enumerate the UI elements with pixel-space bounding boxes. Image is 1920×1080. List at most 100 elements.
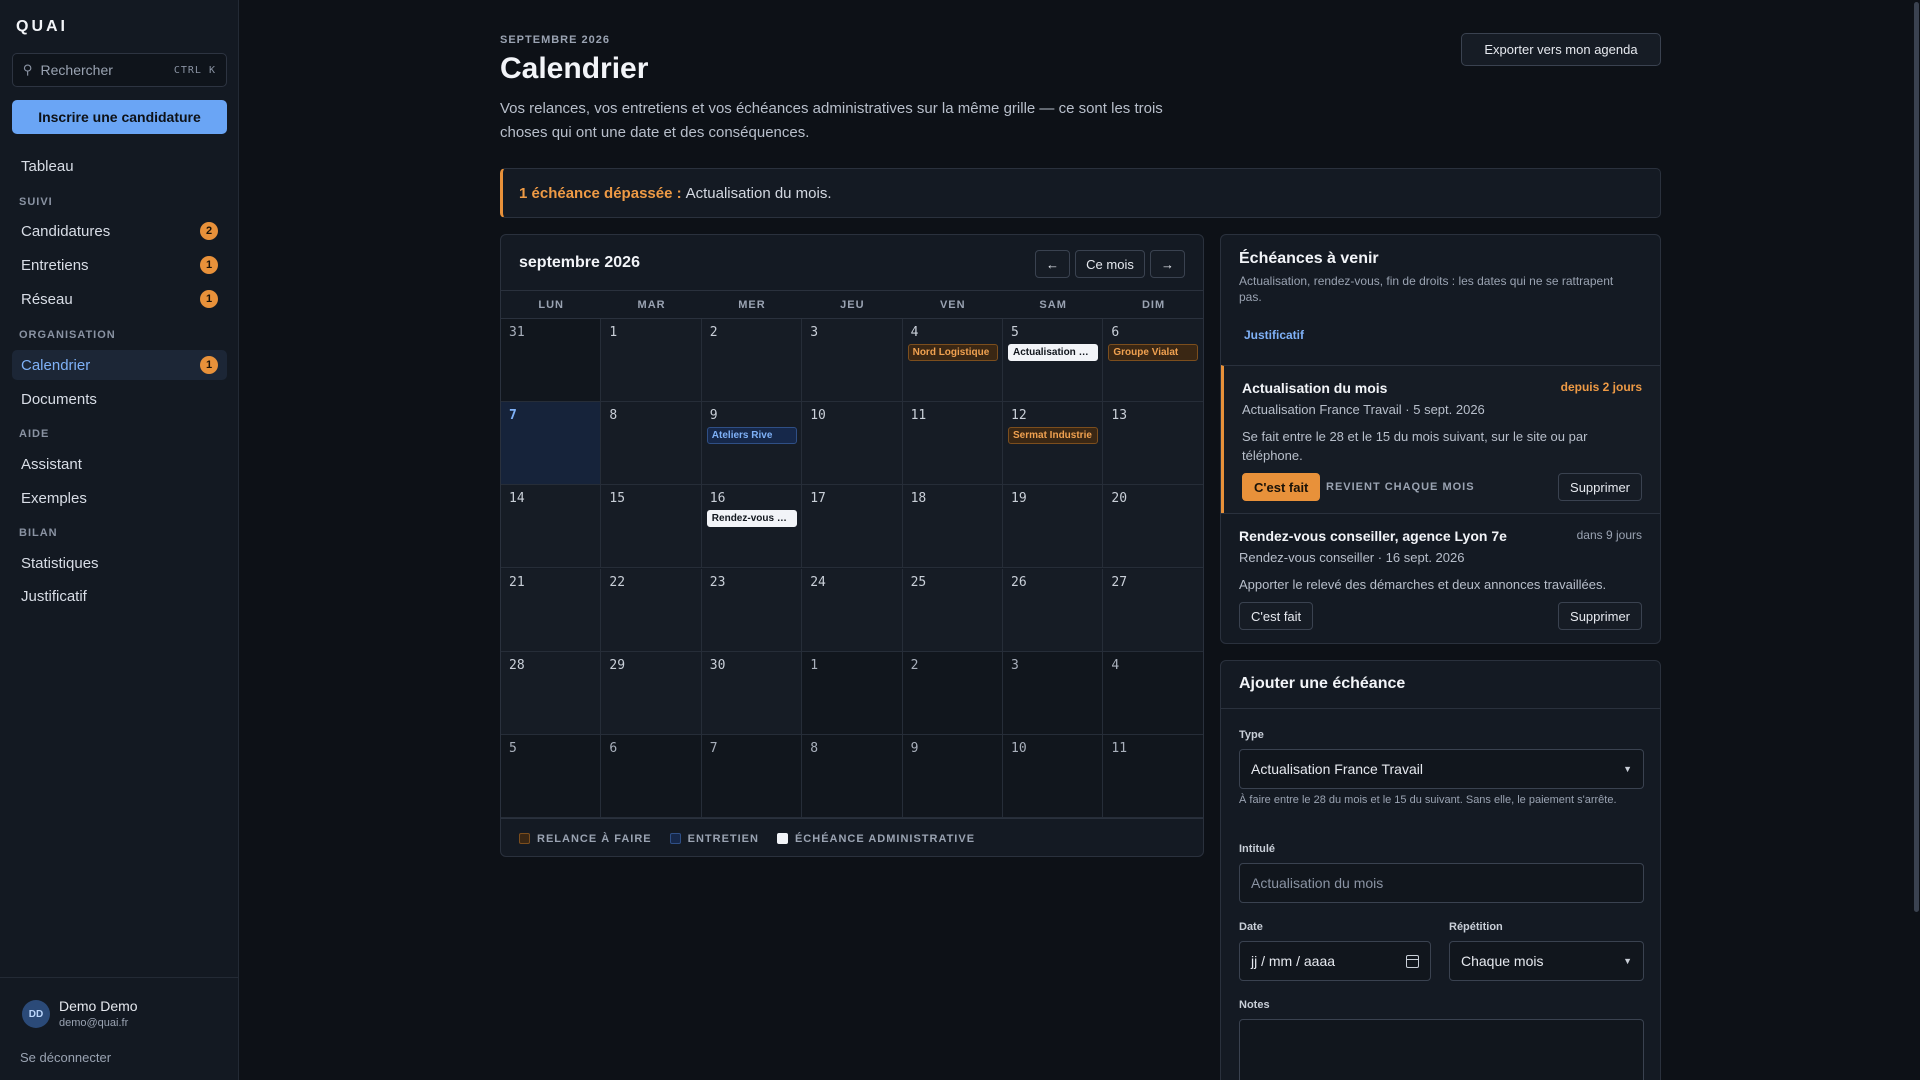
sidebar-item-justificatif[interactable]: Justificatif: [12, 581, 227, 611]
calendar-event-admin[interactable]: Rendez-vous conseiller: [706, 510, 797, 528]
calendar-event-relance[interactable]: Nord Logistique: [907, 344, 998, 361]
day-number: 4: [1111, 657, 1120, 673]
export-calendar-button[interactable]: Exporter vers mon agenda: [1461, 33, 1661, 66]
day-number: 11: [1111, 741, 1128, 756]
next-month-button[interactable]: →: [1150, 250, 1185, 278]
calendar-day[interactable]: 14: [501, 485, 602, 569]
calendar-day[interactable]: 21: [501, 568, 602, 652]
calendar-day[interactable]: 5 Actualisation du mois: [1003, 319, 1104, 402]
calendar-day[interactable]: 28: [501, 651, 602, 735]
sidebar-item-assistant[interactable]: Assistant: [12, 449, 227, 479]
calendar-event-relance[interactable]: Sermat Industrie: [1008, 427, 1098, 445]
delete-button[interactable]: Supprimer: [1558, 602, 1642, 630]
legend-label: RELANCE À FAIRE: [537, 832, 652, 845]
sidebar-item-reseau[interactable]: Réseau 1: [12, 284, 227, 314]
calendar-day[interactable]: 22: [601, 568, 702, 652]
chevron-down-icon: ▼: [1623, 956, 1632, 966]
day-number: 6: [1111, 325, 1120, 340]
search-input[interactable]: ⚲ Rechercher CTRL K: [12, 53, 227, 87]
mark-done-button[interactable]: C'est fait: [1239, 602, 1314, 630]
calendar-event-entretien[interactable]: Ateliers Rive: [706, 427, 797, 445]
calendar-day[interactable]: 6: [601, 735, 702, 818]
mark-done-button[interactable]: C'est fait: [1242, 473, 1321, 501]
calendar-day[interactable]: 23: [701, 568, 803, 652]
day-number: 5: [1011, 325, 1019, 340]
title-input[interactable]: Actualisation du mois: [1239, 863, 1644, 903]
alert-text: Actualisation du mois.: [685, 184, 832, 202]
calendar-event-admin[interactable]: Actualisation du mois: [1008, 344, 1098, 361]
add-deadline-form: Ajouter une échéance Type Actualisation …: [1220, 660, 1661, 1080]
user-email: demo@quai.fr: [59, 1017, 129, 1029]
calendar-day[interactable]: 16 Rendez-vous conseiller: [701, 485, 803, 569]
calendar-day[interactable]: 24: [802, 568, 903, 652]
prev-month-button[interactable]: ←: [1035, 250, 1070, 278]
calendar-day[interactable]: 8: [601, 402, 702, 486]
calendar-day[interactable]: 26: [1003, 568, 1104, 652]
page-description: Vos relances, vos entretiens et vos éché…: [500, 100, 1163, 141]
sidebar-item-statistiques[interactable]: Statistiques: [12, 548, 227, 578]
calendar-day[interactable]: 15: [601, 485, 702, 569]
calendar-day[interactable]: 9: [902, 735, 1003, 818]
calendar-day[interactable]: 8: [802, 735, 903, 818]
calendar-day[interactable]: 20: [1103, 485, 1203, 569]
upcoming-deadlines-panel: Échéances à venir Actualisation, rendez-…: [1220, 234, 1661, 644]
calendar-day[interactable]: 13: [1103, 402, 1203, 486]
sidebar-item-tableau[interactable]: Tableau: [12, 151, 227, 181]
calendar-day[interactable]: 2: [902, 651, 1003, 735]
calendar-day[interactable]: 4: [1103, 651, 1203, 735]
day-number: 29: [609, 657, 626, 673]
sidebar-item-candidatures[interactable]: Candidatures 2: [12, 216, 227, 246]
legend-swatch: [776, 833, 788, 844]
delete-button[interactable]: Supprimer: [1558, 473, 1642, 501]
calendar-day[interactable]: 18: [902, 485, 1003, 569]
type-label: Type: [1239, 729, 1264, 741]
repeat-label: Répétition: [1449, 921, 1503, 933]
sidebar-item-documents[interactable]: Documents: [12, 384, 227, 414]
day-number: 28: [509, 657, 525, 673]
calendar-day[interactable]: 10: [802, 402, 903, 486]
calendar-day[interactable]: 7: [701, 735, 803, 818]
current-month-button[interactable]: Ce mois: [1075, 250, 1145, 278]
page-title: Calendrier: [500, 52, 649, 85]
calendar-day[interactable]: 3: [1003, 651, 1104, 735]
calendar-day[interactable]: 25: [902, 568, 1003, 652]
sidebar-item-exemples[interactable]: Exemples: [12, 483, 227, 513]
scrollbar-thumb[interactable]: [1914, 2, 1919, 912]
calendar-day[interactable]: 9 Ateliers Rive: [701, 402, 803, 486]
calendar-day[interactable]: 19: [1003, 485, 1104, 569]
panel-subtitle: Actualisation, rendez-vous, fin de droit…: [1239, 274, 1614, 304]
calendar-day[interactable]: 30: [701, 651, 803, 735]
calendar-event-relance[interactable]: Groupe Vialat: [1108, 344, 1199, 361]
calendar-icon[interactable]: [1406, 954, 1419, 968]
calendar-day[interactable]: 11: [902, 402, 1003, 486]
calendar-day[interactable]: 12 Sermat Industrie: [1003, 402, 1104, 486]
calendar-header: septembre 2026 ← Ce mois →: [501, 235, 1203, 291]
add-application-button[interactable]: Inscrire une candidature: [12, 100, 227, 134]
day-number: 27: [1111, 574, 1128, 590]
page-scrollbar[interactable]: [1913, 0, 1920, 1080]
calendar-day[interactable]: 27: [1103, 568, 1203, 652]
notes-textarea[interactable]: [1239, 1019, 1644, 1080]
calendar-day[interactable]: 17: [802, 485, 903, 569]
calendar-day[interactable]: 6 Groupe Vialat: [1103, 319, 1203, 402]
calendar-day[interactable]: 1: [802, 651, 903, 735]
calendar-day[interactable]: 31: [501, 319, 602, 402]
calendar-day[interactable]: 11: [1103, 735, 1203, 818]
date-input[interactable]: jj / mm / aaaa: [1239, 941, 1431, 981]
calendar-day[interactable]: 29: [601, 651, 702, 735]
calendar-day[interactable]: 4 Nord Logistique: [902, 319, 1003, 402]
weekday-label: MAR: [637, 299, 666, 311]
logout-link[interactable]: Se déconnecter: [20, 1050, 111, 1065]
sidebar-item-calendrier[interactable]: Calendrier 1: [12, 350, 227, 380]
sidebar-item-entretiens[interactable]: Entretiens 1: [12, 250, 227, 280]
type-select[interactable]: Actualisation France Travail ▼: [1239, 749, 1644, 789]
calendar-day[interactable]: 2: [701, 319, 803, 402]
calendar-day-today[interactable]: 7: [501, 402, 602, 486]
deadline-item: Rendez-vous conseiller, agence Lyon 7e d…: [1221, 513, 1660, 643]
calendar-day[interactable]: 5: [501, 735, 602, 818]
repeat-select[interactable]: Chaque mois ▼: [1449, 941, 1644, 981]
calendar-day[interactable]: 10: [1003, 735, 1104, 818]
justificatif-link[interactable]: Justificatif: [1244, 328, 1304, 342]
calendar-day[interactable]: 3: [802, 319, 903, 402]
calendar-day[interactable]: 1: [601, 319, 702, 402]
